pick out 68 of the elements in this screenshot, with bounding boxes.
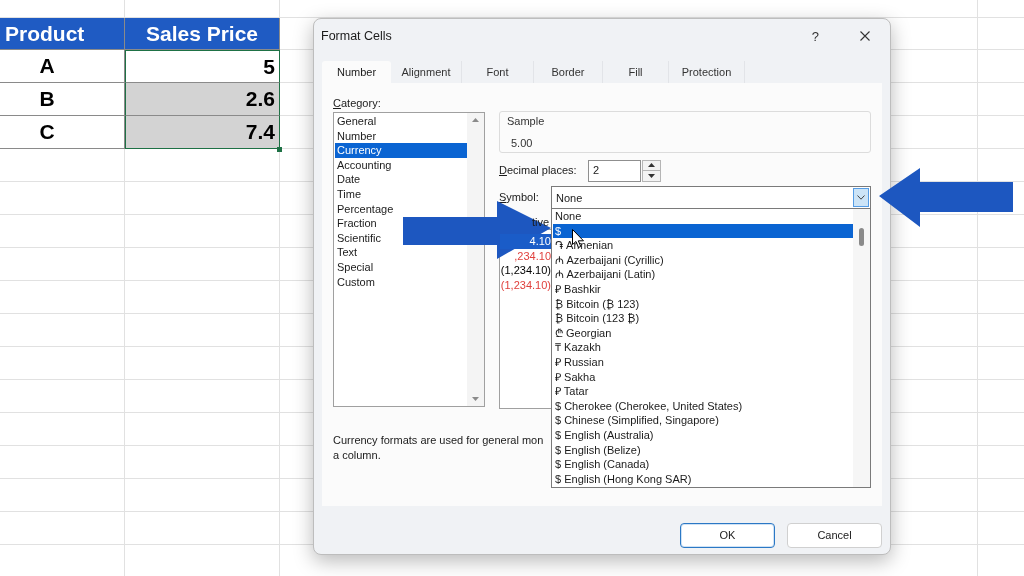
caret-up-icon [648, 163, 655, 167]
cancel-button[interactable]: Cancel [787, 523, 882, 548]
spin-up-button[interactable] [642, 159, 661, 171]
dropdown-option[interactable]: ₾ Georgian [553, 325, 853, 341]
dropdown-option[interactable]: ₽ Russian [553, 354, 853, 370]
tab[interactable]: Number [322, 61, 391, 83]
fill-handle-icon[interactable] [277, 147, 282, 152]
list-item[interactable]: Scientific [335, 230, 384, 246]
dropdown-option[interactable]: $ Chinese (Simplified, Singapore) [553, 413, 853, 428]
list-item[interactable]: (1,234.10) [500, 263, 551, 278]
list-item[interactable]: 4.10 [500, 234, 551, 249]
dropdown-option[interactable]: ₽ Sakha [553, 369, 853, 385]
list-item[interactable]: Fraction [335, 216, 379, 231]
description-text: a column. [333, 448, 381, 463]
dropdown-option[interactable]: ₽ Tatar [553, 384, 853, 399]
table-cell: 2.6 [125, 83, 280, 116]
list-item[interactable]: Date [335, 172, 363, 187]
scroll-down-arrow-icon [472, 397, 479, 401]
dropdown-option[interactable]: ₸ Kazakh [553, 340, 853, 355]
decimal-places-label: Decimal places: [499, 164, 577, 177]
dropdown-option[interactable]: ₼ Azerbaijani (Cyrillic) [553, 252, 853, 268]
dialog-title: Format Cells [321, 28, 392, 43]
scroll-up-arrow-icon [472, 118, 479, 122]
dropdown-option[interactable]: $ English (Hong Kong SAR) [553, 471, 853, 487]
close-button[interactable] [859, 30, 871, 42]
dropdown-option[interactable]: ₽ Bashkir [553, 281, 853, 297]
spin-down-button[interactable] [642, 170, 661, 182]
scrollbar[interactable] [853, 209, 870, 487]
close-icon [860, 31, 870, 41]
scrollbar-thumb[interactable] [859, 228, 864, 246]
scrollbar[interactable] [467, 113, 484, 406]
dropdown-option[interactable]: ֏ Armenian [553, 238, 853, 253]
category-label: Category: [333, 97, 381, 109]
table-cell: 5 [125, 50, 280, 83]
list-item[interactable]: Special [335, 259, 376, 275]
description-text: Currency formats are used for general mon [333, 433, 544, 448]
sample-label: Sample [507, 114, 545, 128]
dropdown-option[interactable]: ₿ Bitcoin (₿ 123) [553, 296, 853, 312]
column-header: Product [0, 18, 125, 50]
list-item[interactable]: Custom [335, 274, 377, 290]
caret-down-icon [648, 173, 655, 178]
dropdown-option[interactable]: ₿ Bitcoin (123 ₿) [553, 311, 853, 326]
list-item[interactable]: General [335, 114, 379, 129]
dropdown-option[interactable]: $ English (Canada) [553, 457, 853, 472]
dropdown-option[interactable]: ₼ Azerbaijani (Latin) [553, 267, 853, 282]
help-button[interactable]: ? [811, 29, 819, 43]
list-item[interactable]: Number [335, 128, 379, 144]
table-cell: 7.4 [125, 116, 280, 149]
decimal-places-field[interactable]: 2 [588, 159, 641, 182]
list-item[interactable]: Accounting [335, 157, 394, 173]
dropdown-option[interactable]: $ [553, 223, 853, 239]
list-item[interactable]: Time [335, 186, 364, 202]
sample-value: 5.00 [511, 136, 533, 150]
list-item[interactable]: (1,234.10) [500, 277, 551, 293]
list-item[interactable]: Text [335, 245, 360, 260]
ok-button[interactable]: OK [680, 523, 775, 548]
dropdown-option[interactable]: $ Cherokee (Cherokee, United States) [553, 398, 853, 414]
dropdown-option[interactable]: $ English (Australia) [553, 427, 853, 443]
list-item[interactable]: Percentage [335, 201, 396, 217]
chevron-down-icon [857, 195, 865, 200]
list-item[interactable]: Currency [335, 143, 467, 158]
symbol-label: Symbol: [499, 191, 539, 204]
dropdown-option[interactable]: None [553, 209, 853, 224]
category-list[interactable]: General Number Currency Accounting Date Time Percentage Fraction Scientific Text Special Custom [333, 112, 485, 407]
column-header: Sales Price [125, 18, 280, 50]
symbol-select[interactable]: None [551, 186, 871, 209]
dropdown-option[interactable]: $ English (Belize) [553, 442, 853, 458]
list-item[interactable]: ,234.10 [500, 248, 551, 264]
